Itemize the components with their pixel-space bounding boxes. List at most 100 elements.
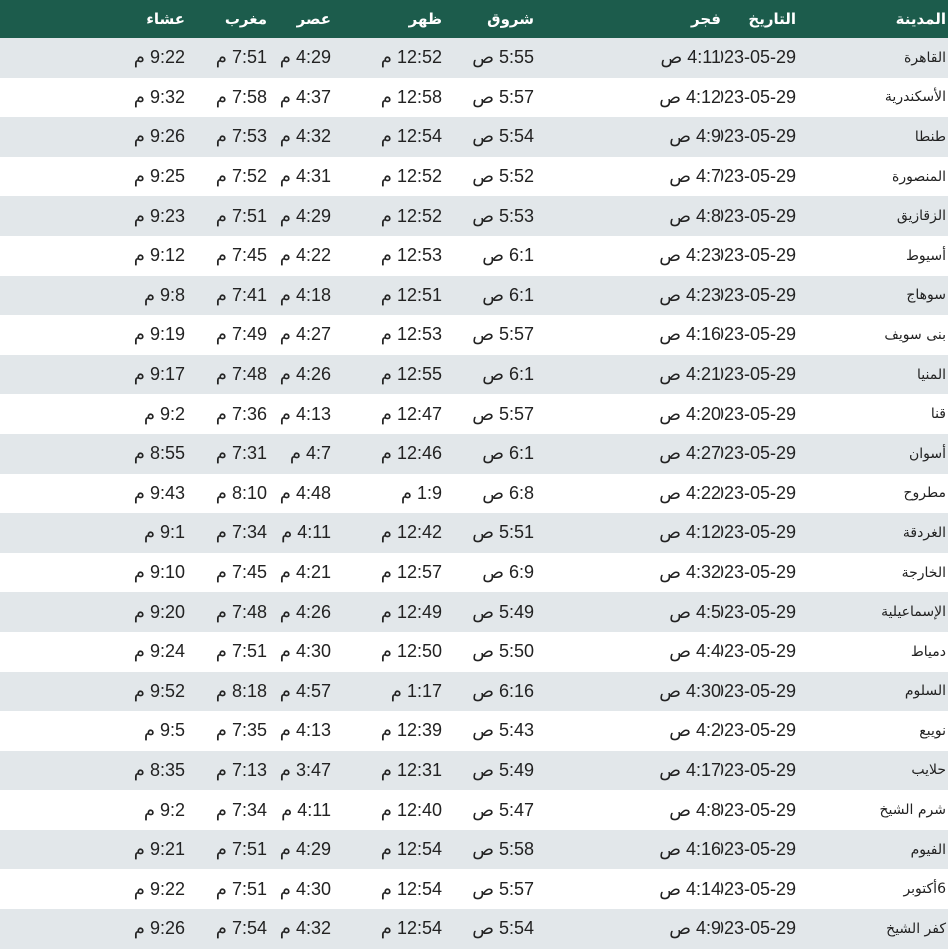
- cell-asr: 4:26 م: [279, 364, 331, 385]
- cell-maghrib: 7:48 م: [215, 364, 267, 385]
- prayer-times-table-container: المدينة التاريخ فجر شروق ظهر عصر مغرب عش…: [0, 0, 948, 949]
- cell-fajr: 4:14 ص: [659, 878, 721, 899]
- cell-fajr: 4:11 ص: [660, 47, 721, 68]
- cell-dhuhr: 12:52 م: [380, 47, 442, 68]
- cell-asr: 4:30 م: [279, 878, 331, 899]
- cell-maghrib: 7:51 م: [215, 47, 267, 68]
- table-row: الخارجة 2023-05-294:32 ص 6:9 ص 12:57 م 4:21 …: [0, 552, 948, 593]
- cell-isha: 9:23 م: [133, 205, 185, 226]
- header-city: المدينة: [895, 10, 946, 28]
- cell-fajr: 4:20 ص: [659, 403, 721, 424]
- cell-fajr: 4:17 ص: [659, 759, 721, 780]
- cell-fajr: 4:16 ص: [659, 324, 721, 345]
- cell-sunrise: 6:16 ص: [472, 680, 534, 701]
- cell-dhuhr: 12:53 م: [380, 245, 442, 266]
- cell-maghrib: 7:51 م: [215, 839, 267, 860]
- cell-city: أسوان: [908, 445, 946, 462]
- cell-sunrise: 5:54 ص: [472, 918, 534, 939]
- cell-maghrib: 7:53 م: [215, 126, 267, 147]
- header-maghrib: مغرب: [224, 10, 267, 28]
- cell-maghrib: 7:45 م: [215, 562, 267, 583]
- cell-asr: 4:27 م: [279, 324, 331, 345]
- cell-isha: 9:12 م: [133, 245, 185, 266]
- table-row: بنى سويف 2023-05-294:16 ص 5:57 ص 12:53 م 4:2…: [0, 315, 948, 355]
- cell-maghrib: 7:48 م: [215, 601, 267, 622]
- cell-city: مطروح: [903, 485, 946, 502]
- cell-maghrib: 7:13 م: [215, 759, 267, 780]
- cell-asr: 4:32 م: [279, 918, 331, 939]
- cell-spacer: [0, 751, 100, 791]
- cell-fajr: 4:22 ص: [659, 482, 721, 503]
- cell-city: دمياط: [910, 643, 946, 660]
- prayer-times-table: المدينة التاريخ فجر شروق ظهر عصر مغرب عش…: [0, 0, 948, 949]
- cell-city: حلايب: [911, 762, 946, 779]
- cell-date: 2023-05-29: [721, 759, 796, 780]
- cell-spacer: [0, 869, 100, 909]
- cell-sunrise: 5:53 ص: [472, 205, 534, 226]
- table-row: الأسكندرية 2023-05-294:12 ص 5:57 ص 12:58 م 4…: [0, 77, 948, 118]
- cell-spacer: [0, 474, 100, 514]
- cell-maghrib: 7:51 م: [215, 878, 267, 899]
- cell-dhuhr: 12:54 م: [380, 878, 442, 899]
- cell-isha: 8:55 م: [133, 443, 185, 464]
- cell-spacer: [0, 592, 100, 632]
- cell-fajr: 4:23 ص: [659, 284, 721, 305]
- cell-city: السلوم: [904, 683, 946, 700]
- cell-maghrib: 7:45 م: [215, 245, 267, 266]
- cell-maghrib: 7:31 م: [215, 443, 267, 464]
- cell-sunrise: 6:1 ص: [482, 443, 534, 464]
- cell-city: شرم الشيخ: [879, 802, 946, 819]
- cell-sunrise: 5:55 ص: [472, 47, 534, 68]
- cell-isha: 9:21 م: [133, 839, 185, 860]
- cell-city: الإسماعيلية: [881, 604, 946, 621]
- cell-sunrise: 5:50 ص: [472, 641, 534, 662]
- cell-maghrib: 7:35 م: [215, 720, 267, 741]
- cell-isha: 9:52 م: [133, 680, 185, 701]
- cell-date: 2023-05-29: [721, 918, 796, 939]
- cell-isha: 9:22 م: [133, 47, 185, 68]
- cell-city: الفيوم: [910, 841, 946, 858]
- cell-fajr: 4:9 ص: [669, 918, 721, 939]
- cell-asr: 4:29 م: [279, 205, 331, 226]
- cell-isha: 9:17 م: [133, 364, 185, 385]
- cell-date: 2023-05-29: [721, 284, 796, 305]
- cell-fajr: 4:16 ص: [659, 839, 721, 860]
- cell-asr: 4:31 م: [279, 166, 331, 187]
- cell-asr: 3:47 م: [279, 759, 331, 780]
- table-row: أسيوط 2023-05-294:23 ص 6:1 ص 12:53 م 4:22 م 7…: [0, 235, 948, 276]
- cell-spacer: [0, 434, 100, 474]
- table-row: طنطا 2023-05-294:9 ص 5:54 ص 12:54 م 4:32 م 7:…: [0, 117, 948, 157]
- header-fajr: فجر: [691, 10, 721, 28]
- table-row: أسوان 2023-05-294:27 ص 6:1 ص 12:46 م 4:7 م 7:…: [0, 433, 948, 474]
- cell-sunrise: 5:57 ص: [472, 878, 534, 899]
- cell-asr: 4:26 م: [279, 601, 331, 622]
- cell-date: 2023-05-29: [721, 245, 796, 266]
- table-row: شرم الشيخ 2023-05-294:8 ص 5:47 ص 12:40 م 4:1…: [0, 790, 948, 830]
- cell-isha: 9:43 م: [133, 482, 185, 503]
- cell-asr: 4:29 م: [279, 839, 331, 860]
- cell-asr: 4:30 م: [279, 641, 331, 662]
- cell-sunrise: 5:58 ص: [472, 839, 534, 860]
- cell-city: الخارجة: [901, 564, 946, 581]
- cell-sunrise: 6:1 ص: [482, 364, 534, 385]
- cell-date: 2023-05-29: [721, 364, 796, 385]
- header-asr: عصر: [296, 10, 331, 28]
- cell-maghrib: 7:41 م: [215, 284, 267, 305]
- cell-isha: 9:10 م: [133, 562, 185, 583]
- cell-spacer: [0, 394, 100, 434]
- table-body: القاهرة2023-05-294:11 ص5:55 ص12:52 م4:29…: [0, 38, 948, 949]
- cell-sunrise: 5:57 ص: [472, 403, 534, 424]
- cell-isha: 9:20 م: [133, 601, 185, 622]
- cell-date: 2023-05-29: [721, 839, 796, 860]
- cell-spacer: [0, 236, 100, 276]
- table-row: المنصورة 2023-05-294:7 ص 5:52 ص 12:52 م 4:31…: [0, 156, 948, 197]
- table-row: نويبع 2023-05-294:2 ص 5:43 ص 12:39 م 4:13 م 7…: [0, 711, 948, 751]
- cell-fajr: 4:27 ص: [659, 443, 721, 464]
- cell-dhuhr: 12:40 م: [380, 799, 442, 820]
- cell-dhuhr: 12:53 م: [380, 324, 442, 345]
- cell-date: 2023-05-29: [721, 720, 796, 741]
- cell-isha: 9:22 م: [133, 878, 185, 899]
- table-row: الزقازيق 2023-05-294:8 ص 5:53 ص 12:52 م 4:29…: [0, 196, 948, 236]
- table-row: كفر الشيخ 2023-05-294:9 ص 5:54 ص 12:54 م 4:3…: [0, 909, 948, 949]
- cell-sunrise: 5:57 ص: [472, 324, 534, 345]
